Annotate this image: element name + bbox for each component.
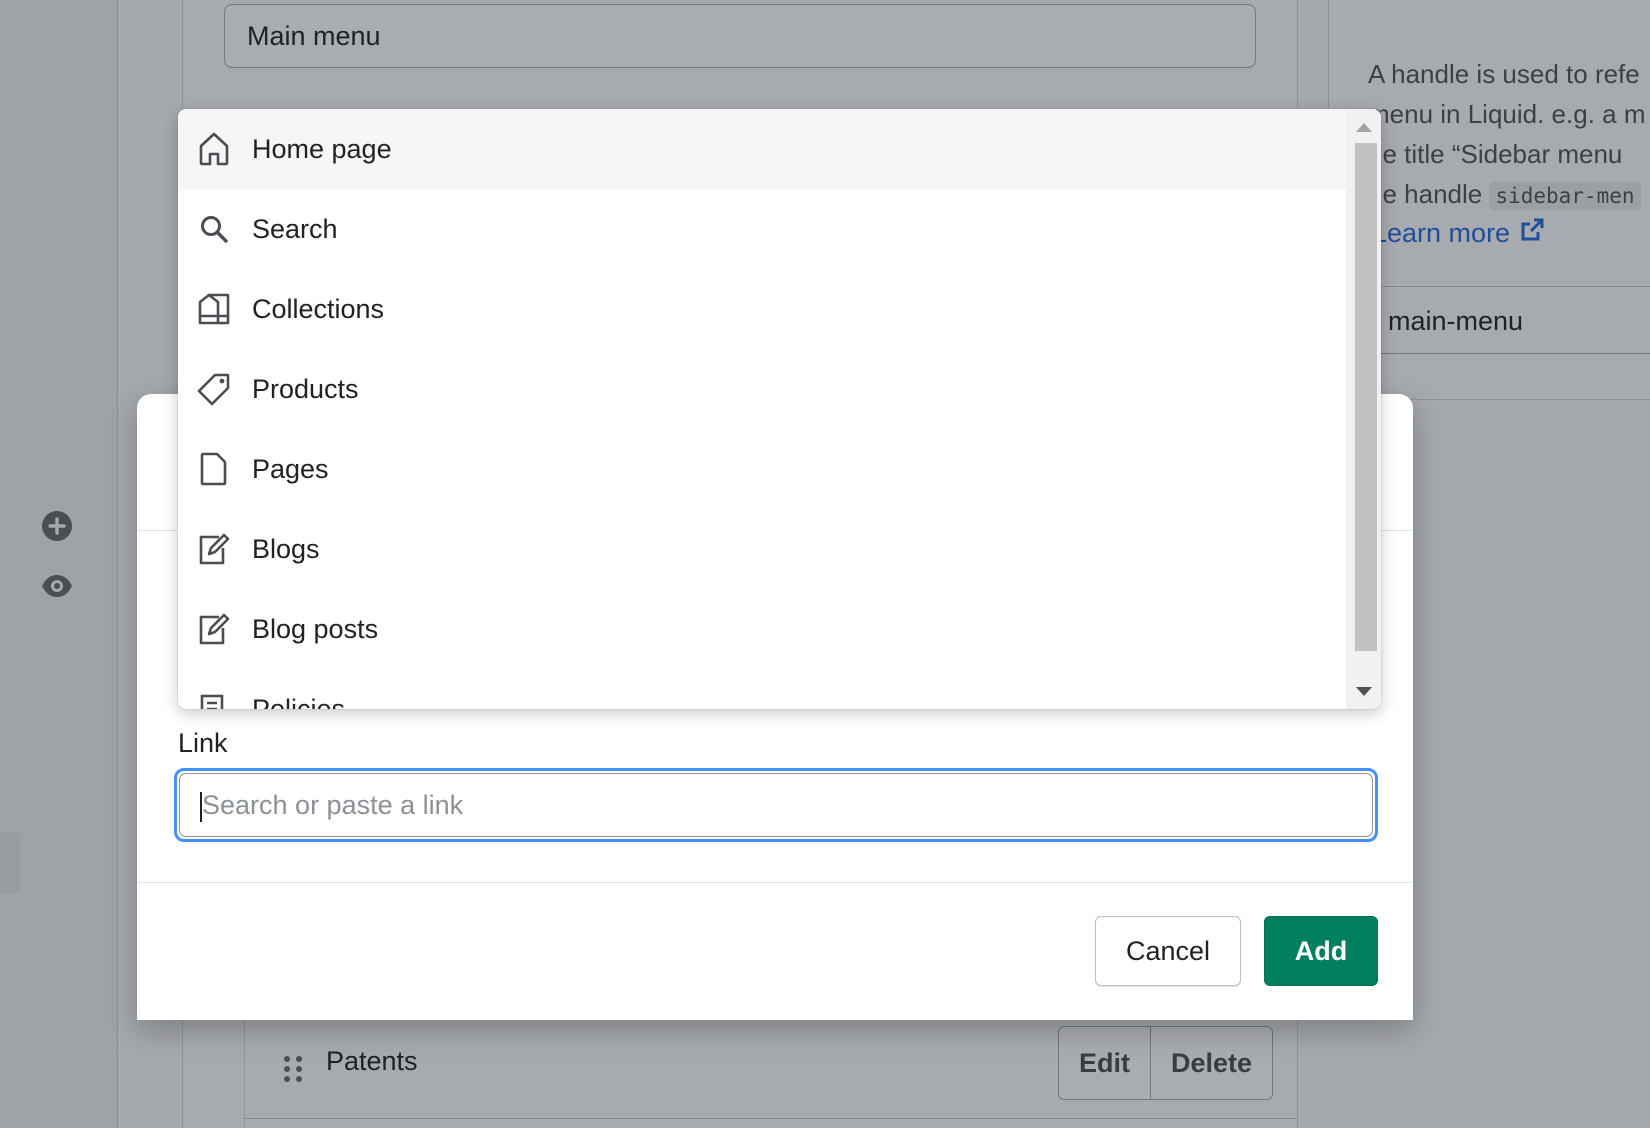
dropdown-item-home-page[interactable]: Home page: [178, 109, 1346, 189]
left-rail: [0, 0, 118, 1128]
dropdown-item-blogs[interactable]: Blogs: [178, 509, 1346, 589]
handle-help-text: A handle is used to refe menu in Liquid.…: [1368, 54, 1650, 216]
link-input-focus-ring: [174, 768, 1378, 842]
link-label: Link: [178, 728, 228, 758]
dropdown-item-search[interactable]: Search: [178, 189, 1346, 269]
dropdown-scrollbar[interactable]: [1346, 109, 1381, 709]
help-line: menu in Liquid. e.g. a m: [1368, 99, 1646, 129]
learn-more-link[interactable]: Learn more: [1372, 218, 1544, 249]
link-type-dropdown: Home page Search Collections Products Pa…: [178, 109, 1381, 709]
scroll-down-arrow-icon[interactable]: [1356, 687, 1372, 696]
scrollbar-thumb[interactable]: [1355, 143, 1377, 651]
dropdown-item-label: Search: [252, 213, 338, 244]
help-line: he title “Sidebar menu: [1368, 139, 1623, 169]
page-icon: [196, 451, 232, 487]
dropdown-item-collections[interactable]: Collections: [178, 269, 1346, 349]
handle-value: main-menu: [1388, 306, 1524, 336]
dropdown-item-label: Home page: [252, 133, 392, 164]
edit-button[interactable]: Edit: [1059, 1027, 1150, 1099]
search-icon: [196, 211, 232, 247]
dropdown-item-label: Blogs: [252, 533, 320, 564]
cancel-button[interactable]: Cancel: [1095, 916, 1241, 986]
delete-button[interactable]: Delete: [1150, 1027, 1272, 1099]
text-caret: [200, 792, 202, 822]
rail-tab: [0, 832, 20, 894]
dropdown-item-label: Pages: [252, 453, 329, 484]
dropdown-item-label: Products: [252, 373, 359, 404]
blog-icon: [196, 531, 232, 567]
dropdown-item-label: Blog posts: [252, 613, 379, 644]
dropdown-item-products[interactable]: Products: [178, 349, 1346, 429]
handle-code-sample: sidebar-men: [1489, 182, 1641, 210]
help-line: he handle sidebar-men: [1368, 174, 1650, 216]
collections-icon: [196, 291, 232, 327]
dropdown-item-policies[interactable]: Policies: [178, 669, 1346, 709]
divider: [1368, 286, 1650, 287]
dropdown-item-label: Policies: [252, 693, 346, 710]
tag-icon: [196, 371, 232, 407]
divider: [244, 1118, 1298, 1119]
row-actions: Edit Delete: [1058, 1026, 1274, 1100]
dropdown-item-blog-posts[interactable]: Blog posts: [178, 589, 1346, 669]
help-line: A handle is used to refe: [1368, 59, 1640, 89]
menu-title-input[interactable]: Main menu: [224, 4, 1256, 68]
eye-icon[interactable]: [40, 569, 74, 603]
menu-item-label: Patents: [326, 1046, 418, 1076]
scroll-up-arrow-icon[interactable]: [1356, 123, 1372, 132]
external-link-icon: [1520, 218, 1544, 249]
menu-title-value: Main menu: [247, 20, 381, 51]
handle-input[interactable]: main-menu: [1368, 290, 1650, 354]
link-input[interactable]: [179, 773, 1373, 837]
help-line-text: he handle: [1368, 179, 1490, 209]
dropdown-item-label: Collections: [252, 293, 385, 324]
link-type-list: Home page Search Collections Products Pa…: [178, 109, 1346, 709]
modal-footer-divider: [137, 882, 1413, 883]
learn-more-label: Learn more: [1372, 218, 1511, 248]
blog-post-icon: [196, 611, 232, 647]
add-circle-icon[interactable]: [40, 509, 74, 543]
policy-icon: [196, 691, 232, 709]
add-button[interactable]: Add: [1264, 916, 1378, 986]
home-icon: [196, 131, 232, 167]
drag-handle-icon[interactable]: [284, 1056, 302, 1082]
dropdown-item-pages[interactable]: Pages: [178, 429, 1346, 509]
